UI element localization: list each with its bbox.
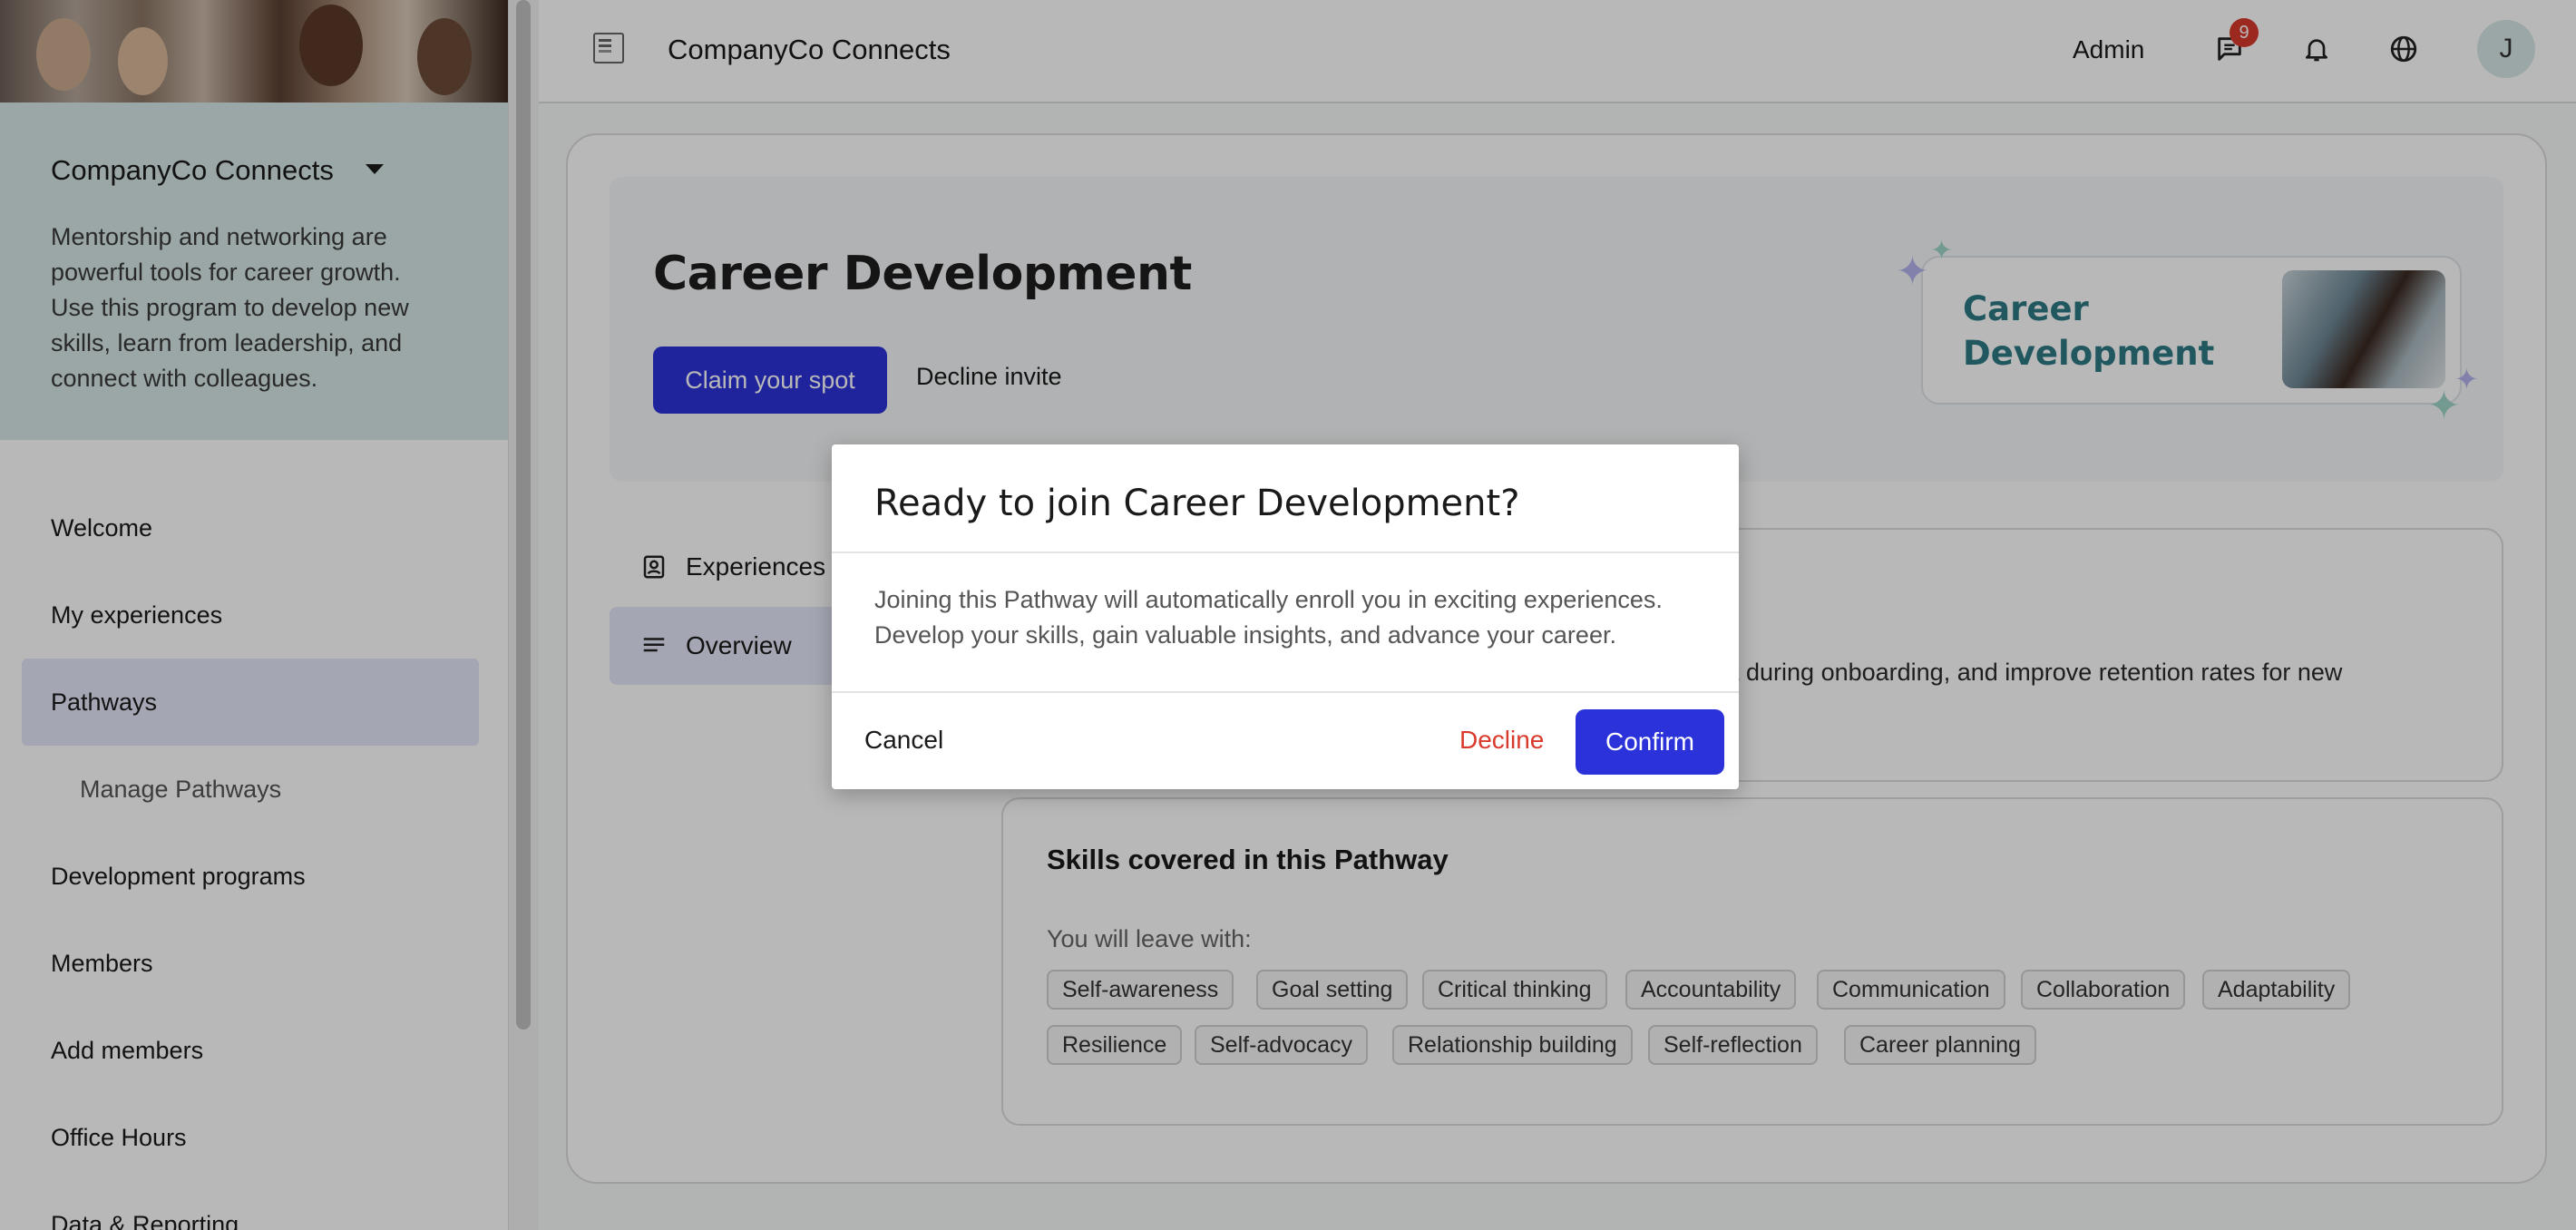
decline-button[interactable]: Decline <box>1459 726 1544 755</box>
dialog-title: Ready to join Career Development? <box>874 483 1520 524</box>
divider <box>832 691 1739 693</box>
divider <box>832 552 1739 553</box>
cancel-button[interactable]: Cancel <box>864 726 943 755</box>
confirm-button[interactable]: Confirm <box>1576 709 1724 775</box>
confirm-join-dialog: Ready to join Career Development? Joinin… <box>832 444 1739 789</box>
dialog-body: Joining this Pathway will automatically … <box>874 586 1663 649</box>
